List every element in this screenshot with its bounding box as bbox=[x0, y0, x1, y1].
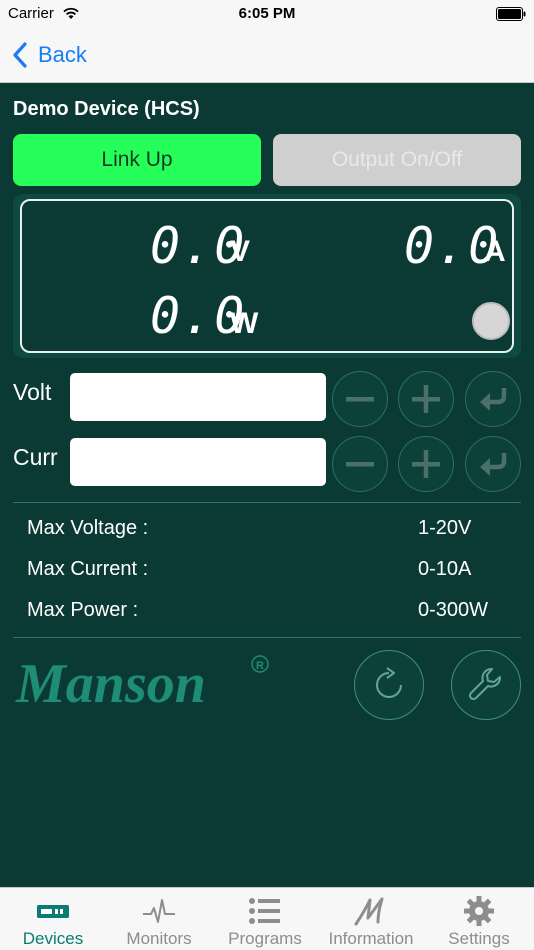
voltage-unit: V bbox=[230, 235, 251, 268]
tab-monitors[interactable]: Monitors bbox=[106, 888, 212, 950]
link-up-button[interactable]: Link Up bbox=[13, 134, 261, 186]
tools-button[interactable] bbox=[451, 650, 521, 720]
volt-input[interactable] bbox=[70, 373, 326, 421]
tab-label: Devices bbox=[22, 929, 84, 948]
output-toggle-button[interactable]: Output On/Off bbox=[273, 134, 521, 186]
pulse-icon bbox=[143, 899, 175, 923]
list-icon bbox=[249, 898, 280, 924]
max-power-label: Max Power : bbox=[27, 599, 139, 621]
status-time: 6:05 PM bbox=[238, 5, 296, 22]
plus-icon bbox=[412, 385, 440, 413]
readout-display: 0.0 V 0.0 A 0.0 W bbox=[20, 199, 514, 353]
plus-icon bbox=[412, 450, 440, 478]
max-voltage-value: 1-20V bbox=[418, 517, 472, 539]
wrench-icon bbox=[468, 668, 501, 701]
divider bbox=[13, 502, 521, 503]
volt-label: Volt bbox=[13, 379, 52, 405]
tab-information[interactable]: Information bbox=[318, 888, 424, 950]
max-current-label: Max Current : bbox=[27, 558, 149, 580]
tab-label: Monitors bbox=[126, 929, 192, 948]
curr-enter-button[interactable] bbox=[465, 436, 521, 492]
tab-label: Programs bbox=[228, 929, 302, 948]
curr-increase-button[interactable] bbox=[398, 436, 454, 492]
curr-decrease-button[interactable] bbox=[332, 436, 388, 492]
tab-programs[interactable]: Programs bbox=[212, 888, 318, 950]
manson-logo: Manson R bbox=[15, 653, 269, 715]
tab-devices[interactable]: Devices bbox=[0, 888, 106, 950]
max-current-value: 0-10A bbox=[418, 558, 472, 580]
tab-label: Information bbox=[328, 929, 414, 948]
tab-settings[interactable]: Settings bbox=[426, 888, 532, 950]
curr-label: Curr bbox=[13, 444, 58, 470]
max-power-value: 0-300W bbox=[418, 599, 489, 621]
output-status-indicator bbox=[472, 302, 510, 340]
battery-icon bbox=[496, 7, 526, 21]
power-unit: W bbox=[230, 307, 259, 340]
tab-bar: Devices Monitors Programs Information Se… bbox=[0, 887, 534, 950]
chevron-left-icon bbox=[13, 42, 27, 68]
navigation-bar: Back bbox=[0, 28, 534, 83]
device-title: Demo Device (HCS) bbox=[13, 98, 200, 120]
back-button[interactable]: Back bbox=[12, 38, 87, 72]
device-icon bbox=[37, 905, 69, 918]
curr-input[interactable] bbox=[70, 438, 326, 486]
return-arrow-icon bbox=[480, 453, 507, 476]
minus-icon bbox=[346, 397, 374, 402]
return-arrow-icon bbox=[480, 388, 507, 411]
back-label: Back bbox=[38, 42, 87, 67]
max-voltage-label: Max Voltage : bbox=[27, 517, 149, 539]
status-bar: Carrier 6:05 PM bbox=[0, 0, 534, 28]
manson-m-icon bbox=[354, 897, 384, 926]
gear-icon bbox=[464, 896, 494, 926]
tab-label: Settings bbox=[448, 929, 510, 948]
readout-panel: 0.0 V 0.0 A 0.0 W bbox=[13, 194, 521, 358]
current-unit: A bbox=[484, 235, 506, 268]
minus-icon bbox=[346, 462, 374, 467]
svg-text:R: R bbox=[256, 660, 264, 672]
volt-enter-button[interactable] bbox=[465, 371, 521, 427]
volt-decrease-button[interactable] bbox=[332, 371, 388, 427]
refresh-icon bbox=[376, 667, 402, 698]
divider bbox=[13, 637, 521, 638]
volt-increase-button[interactable] bbox=[398, 371, 454, 427]
refresh-button[interactable] bbox=[354, 650, 424, 720]
logo-text: Manson bbox=[15, 653, 206, 715]
